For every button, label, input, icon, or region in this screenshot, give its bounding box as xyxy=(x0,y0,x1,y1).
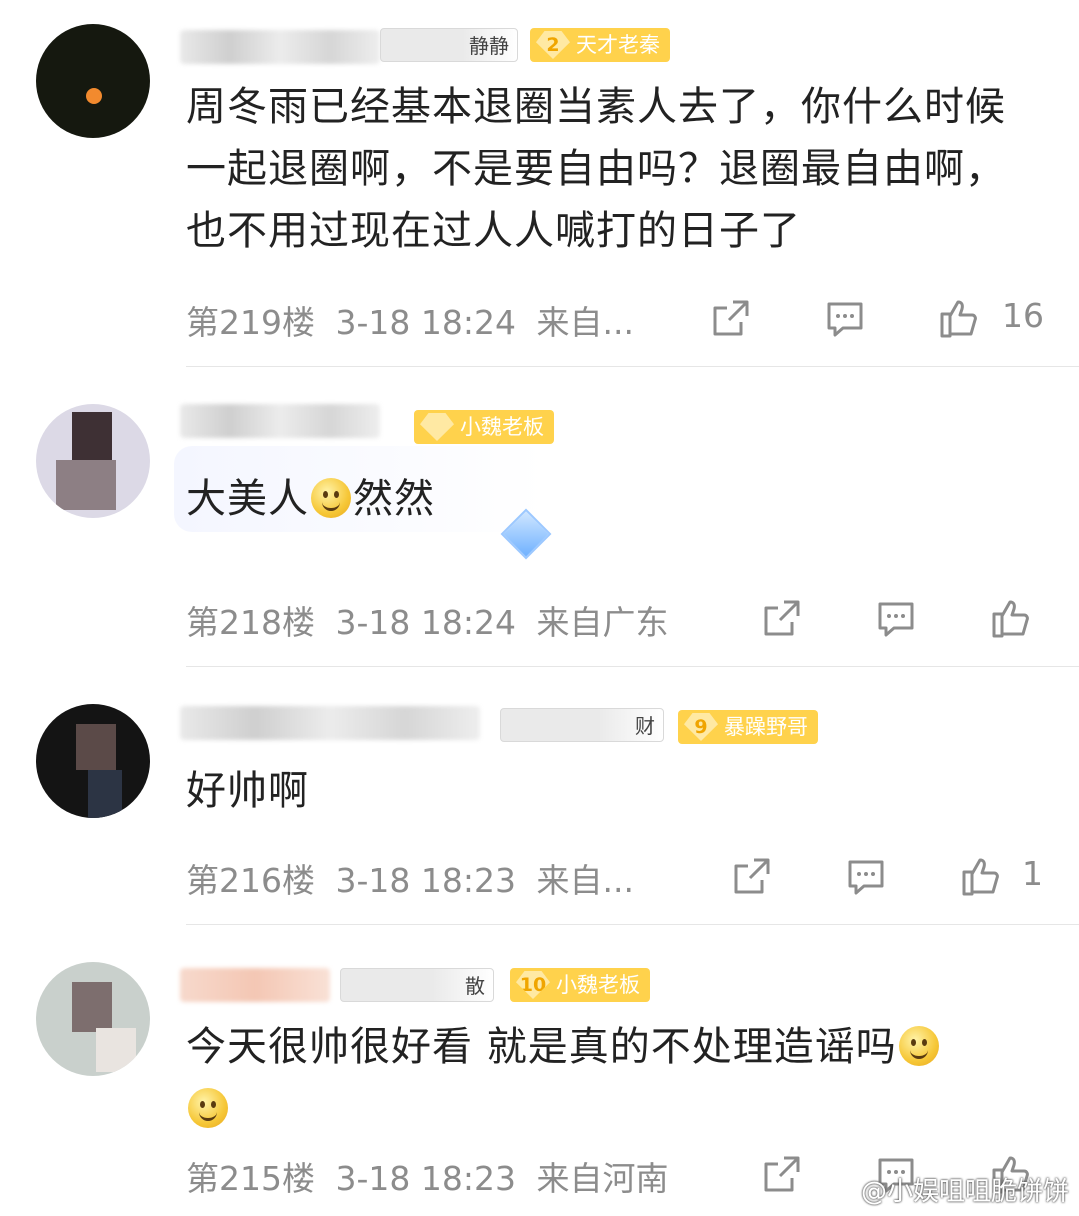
comment-meta: 第218楼 3-18 18:24 来自广东 xyxy=(186,596,669,644)
smile-emoji-icon xyxy=(898,1026,939,1066)
watermark: @小娱咀咀脆饼饼 xyxy=(860,1177,1069,1207)
badge-label: 天才老秦 xyxy=(576,33,660,57)
avatar[interactable] xyxy=(36,704,150,818)
username-tag[interactable]: 财 xyxy=(500,708,664,742)
comment-216: 财 9 暴躁野哥 好帅啊 第216楼 3-18 18:23 来自... 1 xyxy=(0,668,1079,926)
comment-text-part: 然然 xyxy=(353,476,435,522)
location: 来自... xyxy=(536,303,634,342)
username-blurred[interactable] xyxy=(180,404,380,438)
thumbs-up-icon[interactable] xyxy=(936,296,980,340)
comment-text: 大美人 然然 xyxy=(186,468,435,530)
timestamp: 3-18 18:23 xyxy=(335,861,517,900)
location: 来自河南 xyxy=(536,1159,669,1198)
comment-text: 好帅啊 xyxy=(186,768,309,814)
username-tag[interactable]: 散 xyxy=(340,968,494,1002)
comment-218: 小魏老板 大美人 然然 第218楼 3-18 18:24 来自广东 xyxy=(0,368,1079,668)
share-icon[interactable] xyxy=(760,596,804,640)
username-blurred[interactable] xyxy=(180,30,380,64)
username-tag[interactable]: 静静 xyxy=(380,28,518,62)
like-count: 16 xyxy=(1002,296,1044,335)
avatar[interactable] xyxy=(36,962,150,1076)
timestamp: 3-18 18:24 xyxy=(335,603,517,642)
location: 来自广东 xyxy=(536,603,669,642)
comment-meta: 第216楼 3-18 18:23 来自... xyxy=(186,854,634,902)
thumbs-up-icon[interactable] xyxy=(958,854,1002,898)
fan-badge[interactable]: 小魏老板 xyxy=(414,410,554,444)
badge-level xyxy=(420,413,454,441)
divider xyxy=(186,666,1079,667)
badge-label: 小魏老板 xyxy=(556,973,640,997)
comment-text: 今天很帅很好看 就是真的不处理造谣吗 xyxy=(186,1016,1043,1140)
blush-emoji-icon xyxy=(311,478,351,518)
location: 来自... xyxy=(536,861,634,900)
smile-emoji-icon xyxy=(188,1088,228,1128)
timestamp: 3-18 18:24 xyxy=(335,303,517,342)
comment-text-part: 今天很帅很好看 就是真的不处理造谣吗 xyxy=(186,1024,897,1070)
like-count: 1 xyxy=(1022,854,1043,893)
comment-meta: 第215楼 3-18 18:23 来自河南 xyxy=(186,1152,669,1200)
share-icon[interactable] xyxy=(709,296,753,340)
floor-number: 第216楼 xyxy=(186,861,315,900)
comment-icon[interactable] xyxy=(874,596,918,640)
comment-219: 静静 2 天才老秦 周冬雨已经基本退圈当素人去了，你什么时候一起退圈啊，不是要自… xyxy=(0,0,1079,368)
badge-level: 10 xyxy=(516,971,550,999)
comment-icon[interactable] xyxy=(823,296,867,340)
comment-meta: 第219楼 3-18 18:24 来自... xyxy=(186,296,634,344)
floor-number: 第219楼 xyxy=(186,303,315,342)
fan-badge[interactable]: 10 小魏老板 xyxy=(510,968,650,1002)
fan-badge[interactable]: 9 暴躁野哥 xyxy=(678,710,818,744)
divider xyxy=(186,924,1079,925)
comment-text: 周冬雨已经基本退圈当素人去了，你什么时候一起退圈啊，不是要自由吗？退圈最自由啊，… xyxy=(186,84,1006,254)
username-blurred[interactable] xyxy=(180,706,480,740)
floor-number: 第215楼 xyxy=(186,1159,315,1198)
comment-text-part: 大美人 xyxy=(186,476,309,522)
divider xyxy=(186,366,1079,367)
timestamp: 3-18 18:23 xyxy=(335,1159,517,1198)
comment-icon[interactable] xyxy=(844,854,888,898)
badge-label: 暴躁野哥 xyxy=(724,715,808,739)
avatar[interactable] xyxy=(36,404,150,518)
share-icon[interactable] xyxy=(760,1152,804,1196)
floor-number: 第218楼 xyxy=(186,603,315,642)
share-icon[interactable] xyxy=(730,854,774,898)
badge-level: 9 xyxy=(684,713,718,741)
fan-badge[interactable]: 2 天才老秦 xyxy=(530,28,670,62)
thumbs-up-icon[interactable] xyxy=(988,596,1032,640)
badge-label: 小魏老板 xyxy=(460,415,544,439)
avatar[interactable] xyxy=(36,24,150,138)
username-blurred[interactable] xyxy=(180,968,330,1002)
badge-level: 2 xyxy=(536,31,570,59)
